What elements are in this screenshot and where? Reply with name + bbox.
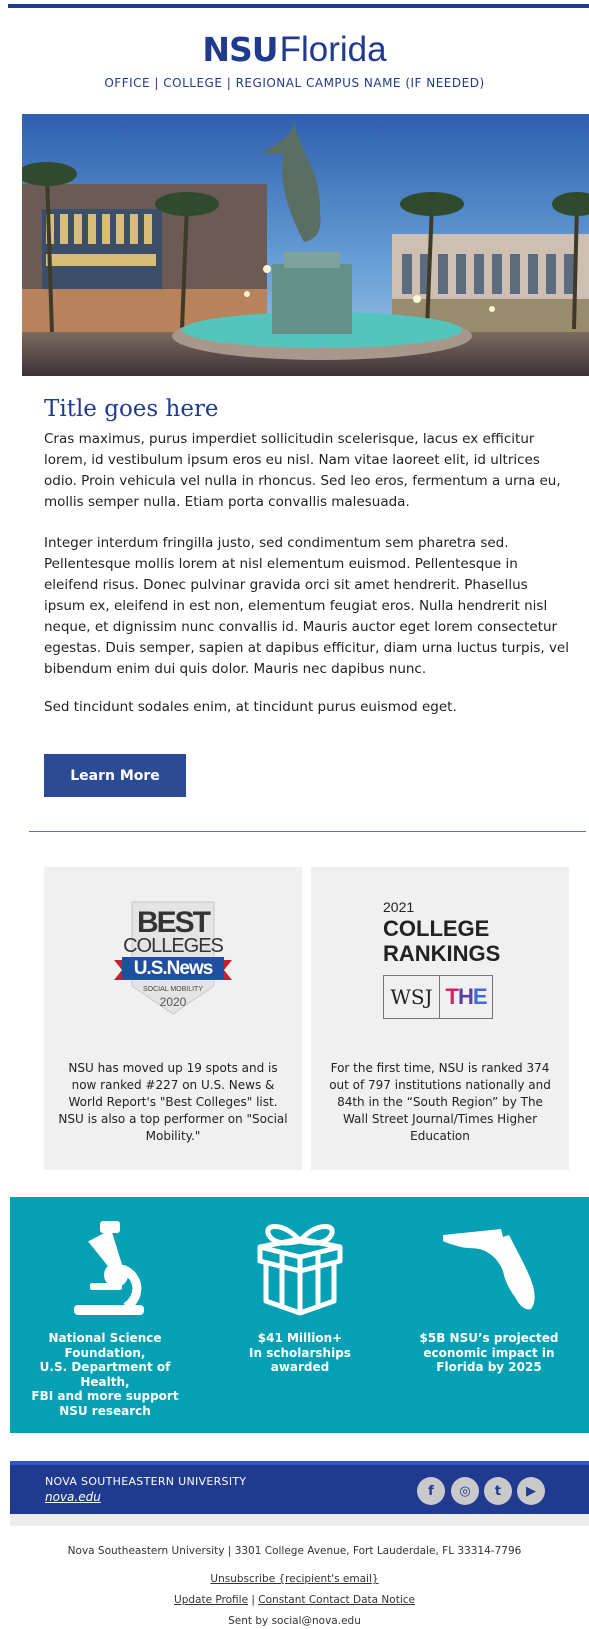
footer-bar: NOVA SOUTHEASTERN UNIVERSITY nova.edu f … [10,1461,589,1514]
logo-light-text: Florida [279,30,387,69]
footer-address: Nova Southeastern University | 3301 Coll… [67,1545,522,1557]
stat-research-line: Foundation, [64,1345,146,1360]
sent-by-text: Sent by social@nova.edu [228,1615,361,1627]
the-logo-t: T [445,984,458,1009]
link-separator: | [251,1594,255,1606]
top-accent-bar [8,4,589,8]
stat-economic-line: $5B NSU’s projected [419,1331,559,1345]
us-news-card: BEST COLLEGES U.S.News SOCIAL MOBILITY 2… [44,867,302,1170]
footer-org-name: NOVA SOUTHEASTERN UNIVERSITY [45,1475,247,1488]
stats-band: National Science Foundation, U.S. Depart… [10,1197,589,1433]
facebook-icon[interactable]: f [417,1477,445,1505]
stat-scholarships-text: $41 Million+ In scholarships awarded [205,1331,395,1375]
stat-scholarships: $41 Million+ In scholarships awarded [205,1197,395,1433]
nsu-florida-logo[interactable]: NSUFlorida [0,30,589,70]
stat-research-line: FBI and more support [31,1389,179,1403]
unsubscribe-row: Unsubscribe {recipient's email} [0,1573,589,1585]
stat-economic-line: economic impact in [423,1345,555,1360]
stat-research-line: U.S. Department of [39,1360,171,1374]
badge-social-mobility-text: SOCIAL MOBILITY [143,986,203,993]
profile-links-row: Update Profile | Constant Contact Data N… [0,1594,589,1606]
stat-economic-line: Florida by 2025 [436,1360,542,1374]
unsubscribe-link[interactable]: Unsubscribe {recipient's email} [210,1573,378,1585]
stat-research: National Science Foundation, U.S. Depart… [10,1197,200,1433]
article-paragraph-2: Integer interdum fringilla justo, sed co… [44,535,569,677]
us-news-best-colleges-badge: BEST COLLEGES U.S.News SOCIAL MOBILITY 2… [112,900,234,1020]
article-title: Title goes here [44,396,219,422]
us-news-card-text: NSU has moved up 19 spots and is now ran… [58,1061,288,1143]
badge-year-text: 2020 [160,995,187,1009]
college-rankings-card: 2021 COLLEGE RANKINGS WSJ THE For the fi… [311,867,569,1170]
article-paragraph-1: Cras maximus, purus imperdiet sollicitud… [44,431,561,510]
instagram-icon[interactable]: ◎ [451,1477,479,1505]
stat-economic-impact-text: $5B NSU’s projected economic impact in F… [394,1331,584,1375]
stat-economic-impact: $5B NSU’s projected economic impact in F… [394,1197,584,1433]
badge-usnews-text: U.S.News [134,958,213,979]
update-profile-link[interactable]: Update Profile [174,1594,248,1606]
footer-site-link[interactable]: nova.edu [45,1490,101,1504]
stat-research-line: NSU research [59,1403,151,1418]
stat-research-line: Health, [80,1374,130,1389]
section-divider [29,831,586,832]
stat-research-line: National Science [48,1331,162,1345]
wsj-logo: WSJ [384,976,440,1018]
youtube-icon[interactable]: ▶ [517,1477,545,1505]
rankings-logo: 2021 COLLEGE RANKINGS WSJ THE [383,899,503,1019]
stat-scholarships-line: In scholarships [249,1345,351,1360]
rankings-card-text: For the first time, NSU is ranked 374 ou… [329,1061,551,1143]
florida-icon [394,1217,584,1317]
data-notice-link[interactable]: Constant Contact Data Notice [258,1594,415,1606]
stat-scholarships-line: awarded [270,1360,330,1374]
hero-campus-image [22,114,589,376]
stat-scholarships-line: $41 Million+ [257,1331,343,1345]
the-logo-h: H [457,984,474,1009]
badge-colleges-text: COLLEGES [123,935,223,957]
article-paragraph-3: Sed tincidunt sodales enim, at tincidunt… [44,699,457,715]
rankings-year: 2021 [383,899,415,915]
gift-icon [205,1217,395,1317]
wsj-the-logo-box: WSJ THE [383,975,493,1019]
stat-research-text: National Science Foundation, U.S. Depart… [10,1331,200,1418]
office-subheading: OFFICE | COLLEGE | REGIONAL CAMPUS NAME … [104,76,485,90]
learn-more-button[interactable]: Learn More [44,754,186,797]
microscope-icon [10,1217,200,1317]
the-logo-e: E [472,984,488,1009]
rankings-title-line1: COLLEGE [383,916,490,941]
twitter-icon[interactable]: t [484,1477,512,1505]
footer-gray-strip [10,1514,589,1526]
logo-bold-text: NSU [202,30,278,69]
the-logo: THE [440,976,492,1018]
rankings-title-line2: RANKINGS [383,941,501,966]
